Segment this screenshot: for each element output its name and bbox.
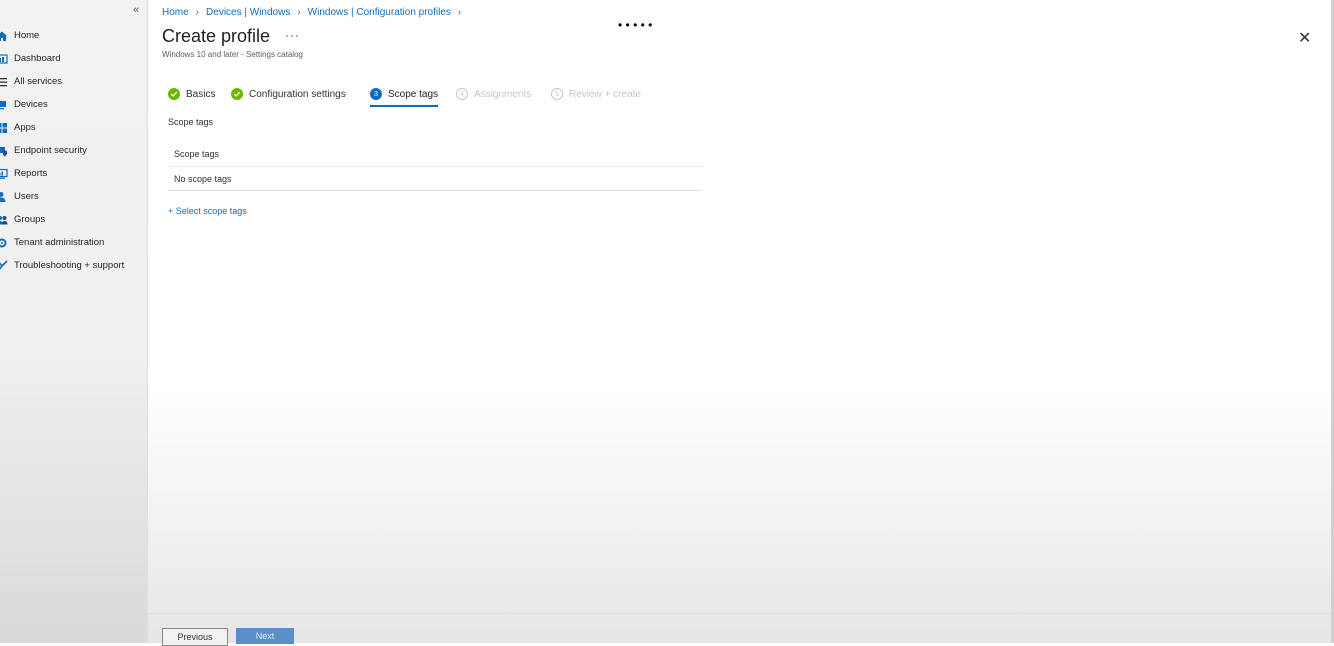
section-label: Scope tags	[168, 117, 214, 127]
devices-icon	[0, 98, 10, 112]
users-icon	[0, 190, 10, 204]
collapse-sidebar-icon[interactable]: «	[133, 4, 139, 16]
step-number-icon: 5	[551, 88, 563, 100]
breadcrumb-devices-windows[interactable]: Devices | Windows	[206, 7, 290, 18]
sidebar-item-label: Home	[14, 30, 40, 41]
footer-bar: Previous Next	[148, 613, 1334, 646]
previous-button[interactable]: Previous	[162, 628, 228, 646]
dashboard-icon	[0, 52, 10, 66]
sidebar-item-apps[interactable]: Apps	[0, 116, 147, 139]
page-title: Create profile	[162, 26, 271, 46]
step-review-create: 5 Review + create	[551, 85, 641, 103]
step-scope-tags[interactable]: 3 Scope tags	[370, 85, 439, 107]
step-configuration-settings[interactable]: Configuration settings	[231, 85, 346, 103]
step-label: Configuration settings	[249, 88, 346, 100]
sidebar-item-label: Troubleshooting + support	[14, 260, 125, 271]
sidebar: « Home Dashboard All services Devices Ap…	[0, 0, 148, 643]
sidebar-item-reports[interactable]: Reports	[0, 162, 147, 185]
wrench-icon	[0, 259, 10, 273]
sidebar-item-home[interactable]: Home	[0, 24, 147, 47]
apps-icon	[0, 121, 10, 135]
sidebar-item-dashboard[interactable]: Dashboard	[0, 47, 147, 70]
next-button[interactable]: Next	[236, 628, 294, 644]
breadcrumb: Home › Devices | Windows › Windows | Con…	[162, 7, 468, 18]
table-header: Scope tags	[168, 142, 702, 167]
sidebar-item-label: Reports	[14, 168, 48, 179]
step-label: Basics	[186, 88, 216, 100]
sidebar-item-label: Devices	[14, 99, 48, 110]
select-scope-tags-link[interactable]: + Select scope tags	[168, 206, 247, 216]
shield-icon	[0, 144, 10, 158]
home-icon	[0, 29, 10, 43]
check-circle-icon	[168, 88, 180, 100]
sidebar-item-tenant-administration[interactable]: Tenant administration	[0, 231, 147, 254]
sidebar-item-label: Dashboard	[14, 53, 61, 64]
sidebar-nav: Home Dashboard All services Devices Apps	[0, 24, 147, 277]
loading-dots: • • • • •	[618, 18, 653, 32]
main-panel: Home › Devices | Windows › Windows | Con…	[148, 0, 1334, 646]
step-assignments: 4 Assignments	[456, 85, 531, 103]
sidebar-item-all-services[interactable]: All services	[0, 70, 147, 93]
more-options-icon[interactable]: ···	[285, 28, 300, 42]
all-services-icon	[0, 75, 10, 89]
chevron-right-icon: ›	[195, 7, 200, 18]
chevron-right-icon: ›	[457, 7, 462, 18]
sidebar-item-label: All services	[14, 76, 63, 87]
gear-icon	[0, 236, 10, 250]
sidebar-item-label: Apps	[14, 122, 36, 133]
sidebar-item-label: Endpoint security	[14, 145, 87, 156]
step-number-icon: 4	[456, 88, 468, 100]
check-circle-icon	[231, 88, 243, 100]
close-icon[interactable]: ✕	[1298, 28, 1311, 48]
sidebar-item-label: Groups	[14, 214, 46, 225]
step-label: Assignments	[474, 88, 532, 100]
step-label: Scope tags	[388, 88, 439, 100]
sidebar-item-endpoint-security[interactable]: Endpoint security	[0, 139, 147, 162]
page-subtitle: Windows 10 and later - Settings catalog	[162, 50, 303, 59]
reports-icon	[0, 167, 10, 181]
scope-tags-table: Scope tags No scope tags	[168, 142, 702, 191]
groups-icon	[0, 213, 10, 227]
sidebar-item-troubleshooting-support[interactable]: Troubleshooting + support	[0, 254, 147, 277]
step-number-icon: 3	[370, 88, 382, 100]
sidebar-item-label: Tenant administration	[14, 237, 105, 248]
chevron-right-icon: ›	[297, 7, 301, 18]
sidebar-item-groups[interactable]: Groups	[0, 208, 147, 231]
step-label: Review + create	[569, 88, 641, 100]
sidebar-item-label: Users	[14, 191, 39, 202]
table-row: No scope tags	[168, 167, 702, 191]
step-basics[interactable]: Basics	[168, 85, 215, 103]
breadcrumb-home[interactable]: Home	[162, 7, 189, 18]
sidebar-item-users[interactable]: Users	[0, 185, 147, 208]
sidebar-item-devices[interactable]: Devices	[0, 93, 147, 116]
breadcrumb-configuration-profiles[interactable]: Windows | Configuration profiles	[308, 7, 451, 18]
